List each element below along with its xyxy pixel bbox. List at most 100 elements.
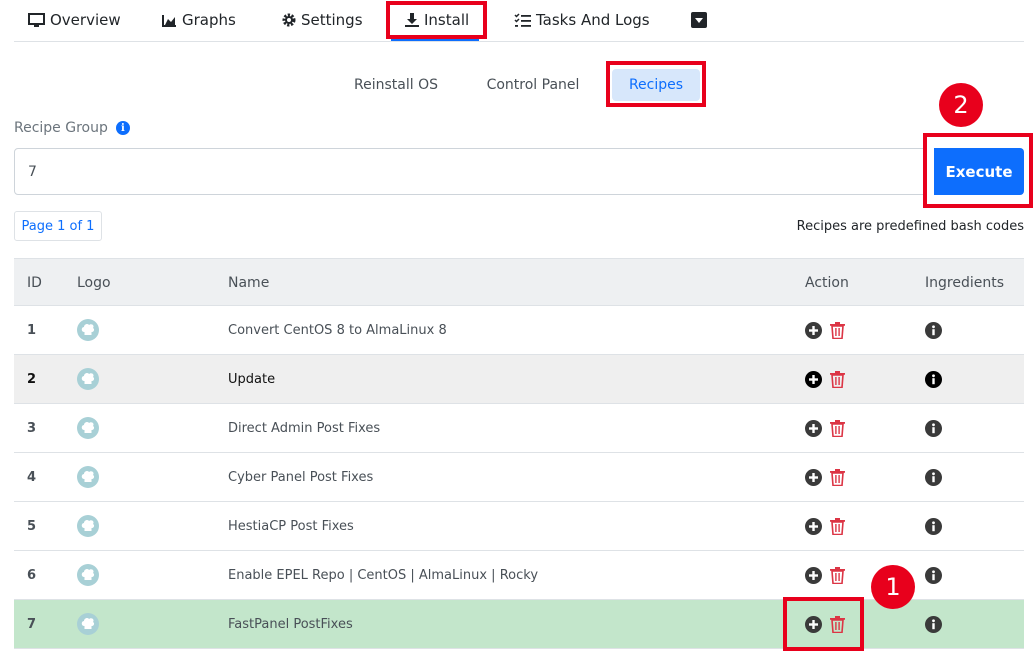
caret-down-square-icon [691, 12, 707, 28]
add-circle-icon[interactable] [805, 321, 822, 339]
add-circle-icon[interactable] [805, 419, 822, 437]
gear-icon [282, 13, 296, 27]
row-name: Cyber Panel Post Fixes [228, 469, 374, 485]
table-row[interactable]: 5 HestiaCP Post Fixes [14, 502, 1024, 551]
active-tab-indicator [391, 38, 479, 41]
header-name: Name [228, 275, 270, 291]
add-circle-icon[interactable] [805, 370, 822, 388]
tab-install[interactable]: Install [405, 0, 469, 40]
row-id: 3 [27, 420, 37, 436]
area-chart-icon [162, 14, 176, 27]
row-actions [805, 600, 853, 648]
tab-tasks-and-logs[interactable]: Tasks And Logs [514, 0, 650, 40]
table-body: 1 Convert CentOS 8 to AlmaLinux 8 2 Update 3… [14, 306, 1024, 649]
info-icon[interactable]: i [115, 121, 130, 135]
recipe-group-label-text: Recipe Group [14, 120, 108, 136]
row-actions [805, 404, 853, 452]
row-ingredients [925, 502, 950, 550]
annotation-marker-1: 1 [871, 565, 915, 609]
chef-hat-icon [77, 613, 99, 635]
row-logo [77, 502, 99, 550]
trash-icon[interactable] [830, 468, 845, 486]
row-id: 4 [27, 469, 37, 485]
info-circle-icon[interactable] [925, 517, 942, 535]
add-circle-icon[interactable] [805, 615, 822, 633]
trash-icon[interactable] [830, 419, 845, 437]
chef-hat-icon [77, 319, 99, 341]
row-ingredients [925, 355, 950, 403]
tab-graphs[interactable]: Graphs [162, 0, 236, 40]
trash-icon[interactable] [830, 517, 845, 535]
table-header: ID Logo Name Action Ingredients [14, 258, 1024, 306]
info-circle-icon[interactable] [925, 468, 942, 486]
annotation-marker-2: 2 [939, 83, 983, 127]
row-name: FastPanel PostFixes [228, 616, 353, 632]
tab-settings[interactable]: Settings [282, 0, 363, 40]
download-icon [405, 13, 419, 27]
row-id: 5 [27, 518, 37, 534]
add-circle-icon[interactable] [805, 468, 822, 486]
row-name: Direct Admin Post Fixes [228, 420, 381, 436]
chef-hat-icon [77, 564, 99, 586]
row-id: 6 [27, 567, 37, 583]
monitor-icon [28, 12, 45, 27]
row-ingredients [925, 404, 950, 452]
table-row[interactable]: 2 Update [14, 355, 1024, 404]
row-logo [77, 404, 99, 452]
header-logo: Logo [77, 275, 111, 291]
add-circle-icon[interactable] [805, 566, 822, 584]
recipes-hint-text: Recipes are predefined bash codes [796, 219, 1024, 234]
row-ingredients [925, 600, 950, 648]
tab-label: Install [424, 11, 470, 29]
more-dropdown-button[interactable] [691, 0, 712, 40]
tab-overview[interactable]: Overview [28, 0, 121, 40]
row-id: 7 [27, 616, 37, 632]
trash-icon[interactable] [830, 370, 845, 388]
chef-hat-icon [77, 466, 99, 488]
execute-button[interactable]: Execute [934, 148, 1024, 195]
trash-icon[interactable] [830, 566, 845, 584]
row-logo [77, 551, 99, 599]
trash-icon[interactable] [830, 615, 845, 633]
info-circle-icon[interactable] [925, 419, 942, 437]
tab-label: Overview [50, 11, 121, 29]
row-actions [805, 502, 853, 550]
info-circle-icon[interactable] [925, 370, 942, 388]
subtab-control-panel[interactable]: Control Panel [472, 69, 594, 101]
subtab-recipes[interactable]: Recipes [612, 69, 700, 101]
row-logo [77, 355, 99, 403]
row-ingredients [925, 551, 950, 599]
row-id: 2 [27, 371, 37, 387]
trash-icon[interactable] [830, 321, 845, 339]
row-ingredients [925, 453, 950, 501]
row-logo [77, 453, 99, 501]
row-actions [805, 551, 853, 599]
row-logo [77, 306, 99, 354]
tab-label: Settings [301, 11, 363, 29]
pagination-badge: Page 1 of 1 [14, 211, 102, 241]
row-actions [805, 306, 853, 354]
header-action: Action [805, 275, 849, 291]
header-id: ID [27, 275, 42, 291]
table-row[interactable]: 3 Direct Admin Post Fixes [14, 404, 1024, 453]
row-name: Convert CentOS 8 to AlmaLinux 8 [228, 322, 447, 338]
row-name: Update [228, 371, 276, 387]
info-circle-icon[interactable] [925, 321, 942, 339]
tab-label: Graphs [182, 11, 236, 29]
top-nav: Overview Graphs Settings Install Tasks A… [14, 0, 1024, 42]
row-actions [805, 355, 853, 403]
row-name: Enable EPEL Repo | CentOS | AlmaLinux | … [228, 567, 539, 583]
add-circle-icon[interactable] [805, 517, 822, 535]
subtab-reinstall-os[interactable]: Reinstall OS [342, 69, 450, 101]
table-row[interactable]: 7 FastPanel PostFixes [14, 600, 1024, 649]
tasks-list-icon [514, 12, 531, 27]
info-circle-icon[interactable] [925, 615, 942, 633]
row-actions [805, 453, 853, 501]
row-id: 1 [27, 322, 37, 338]
table-row[interactable]: 4 Cyber Panel Post Fixes [14, 453, 1024, 502]
row-logo [77, 600, 99, 648]
chef-hat-icon [77, 368, 99, 390]
table-row[interactable]: 1 Convert CentOS 8 to AlmaLinux 8 [14, 306, 1024, 355]
info-circle-icon[interactable] [925, 566, 942, 584]
recipe-group-input[interactable] [14, 148, 926, 195]
